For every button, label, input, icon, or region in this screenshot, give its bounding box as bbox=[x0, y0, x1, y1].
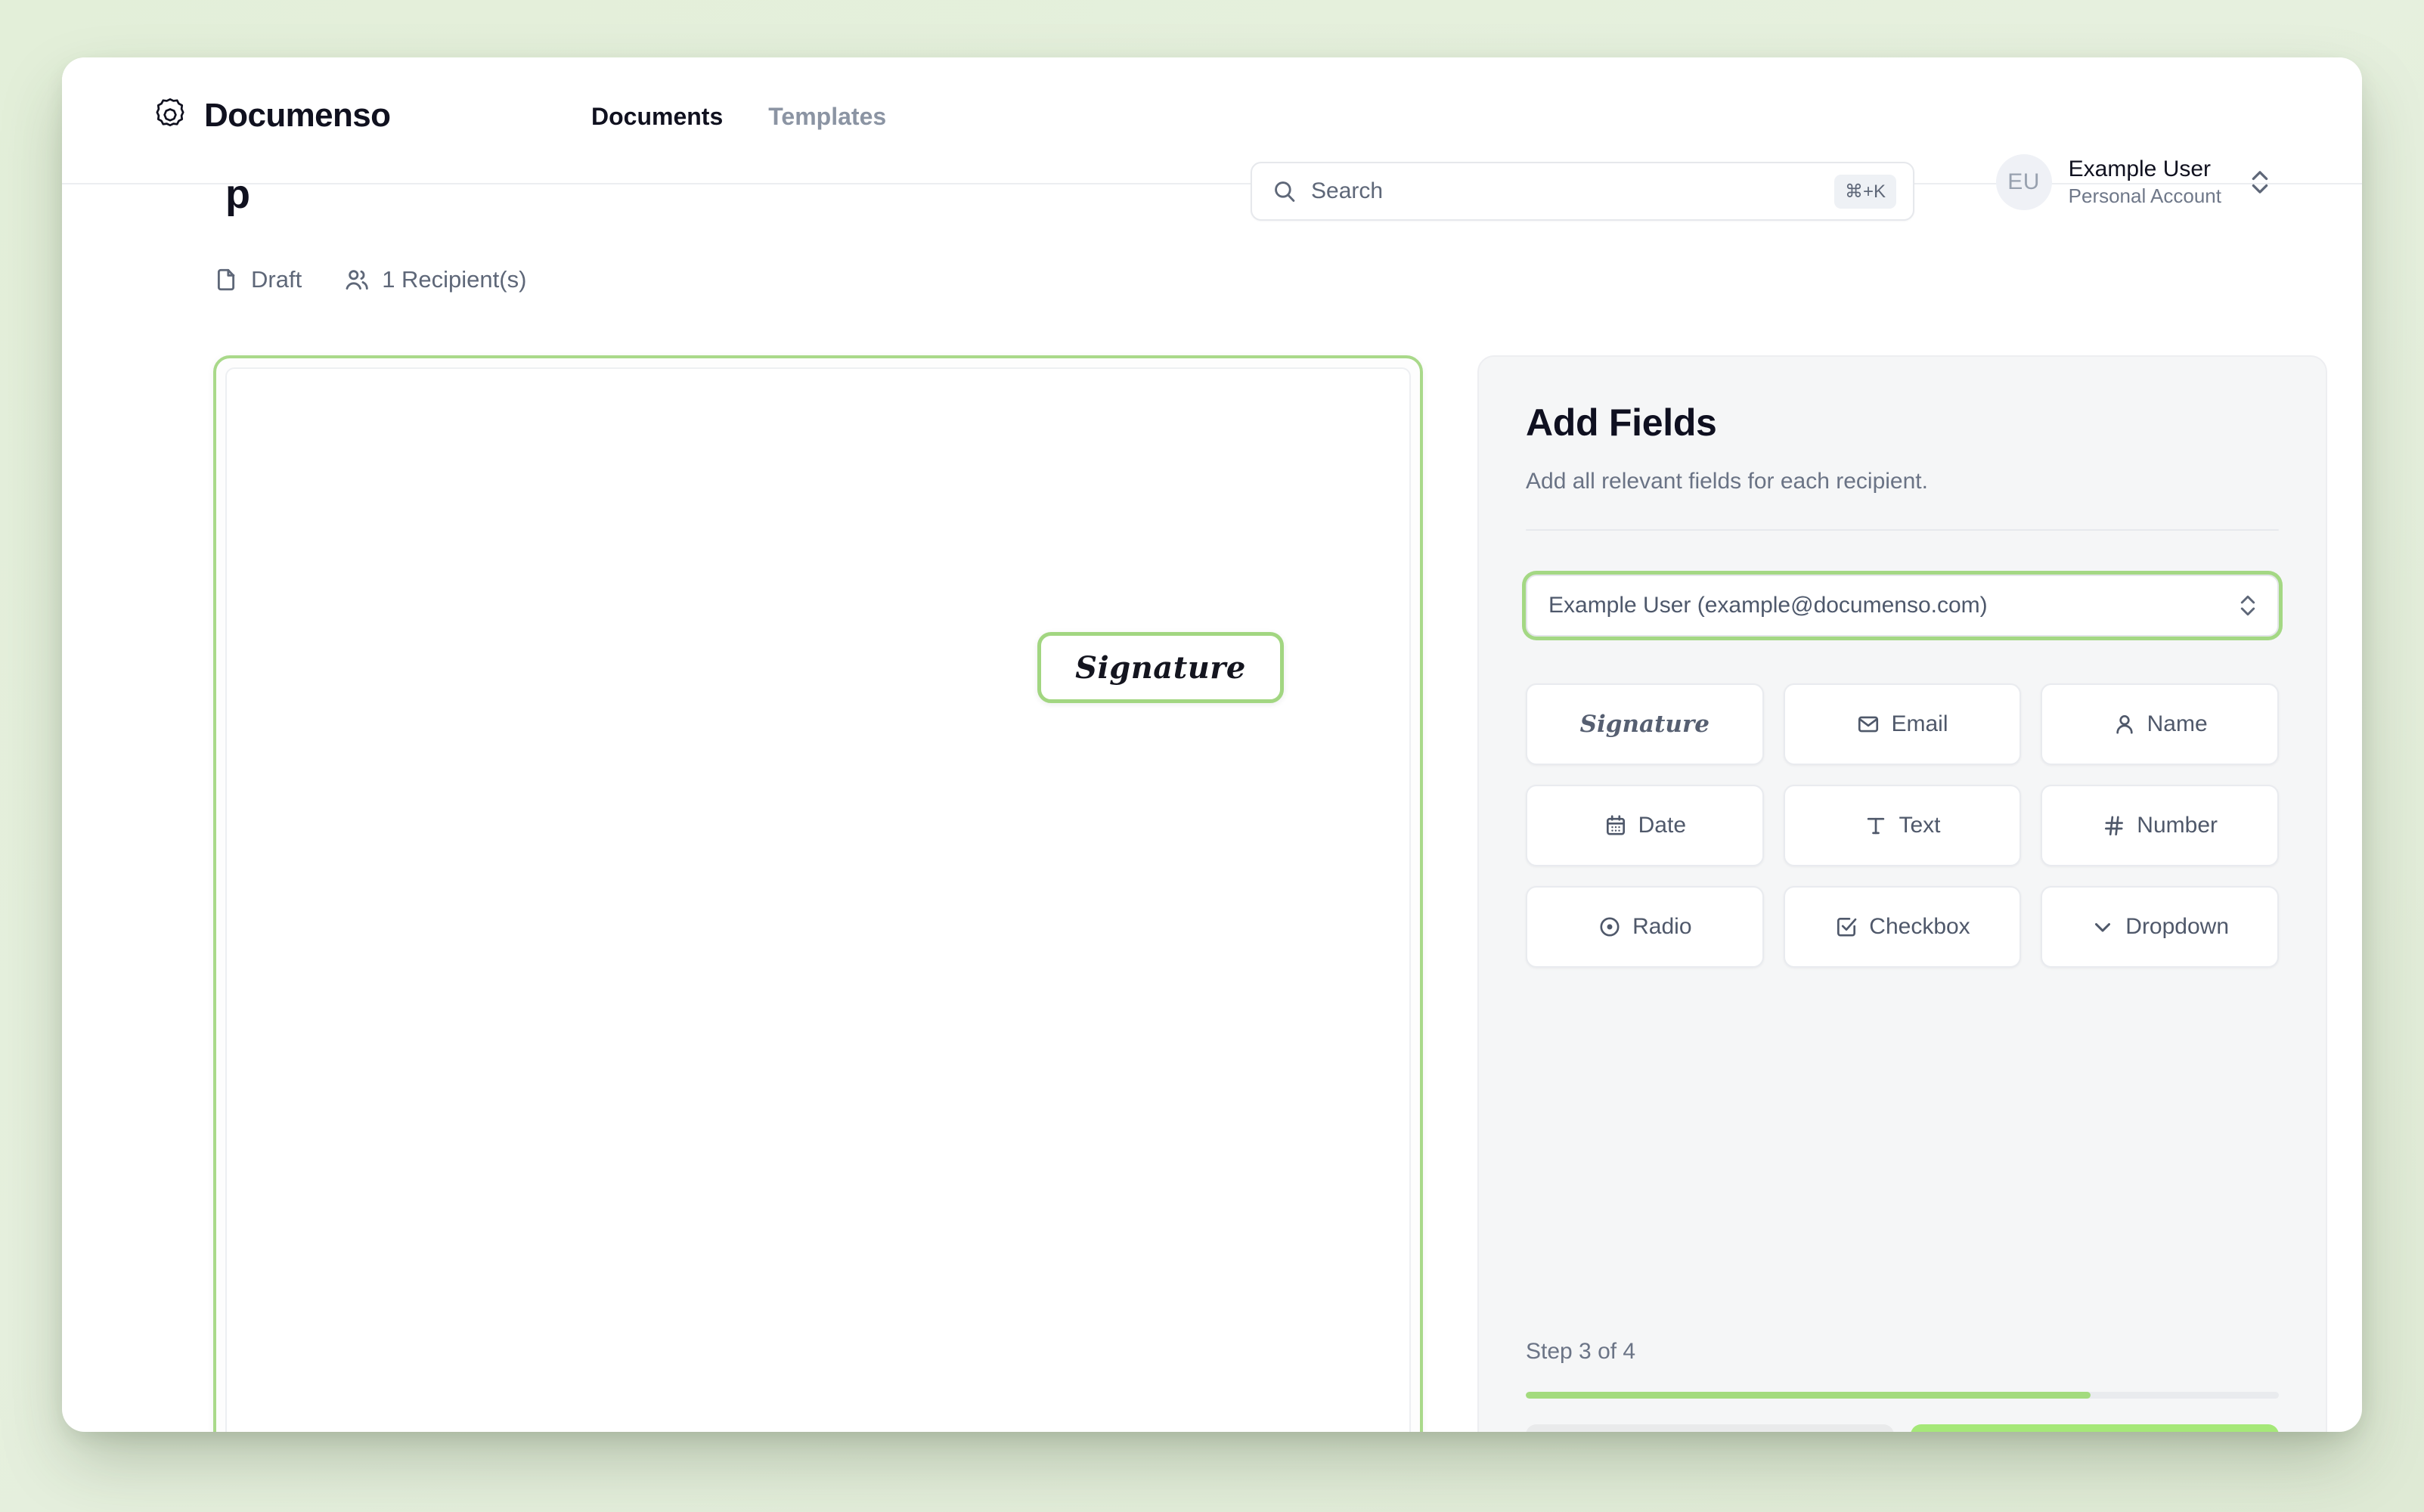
documenso-seal-icon bbox=[156, 98, 184, 127]
recipient-count: 1 Recipient(s) bbox=[344, 266, 526, 293]
field-type-number[interactable]: Number bbox=[2041, 785, 2279, 866]
panel-actions: Go Back Continue bbox=[1526, 1424, 2279, 1432]
field-type-name[interactable]: Name bbox=[2041, 683, 2279, 765]
account-menu-button[interactable]: EU Example User Personal Account bbox=[1995, 154, 2271, 210]
status-badge: Draft bbox=[213, 266, 302, 293]
top-navigation-bar: Documenso Documents Templates Search ⌘+K… bbox=[62, 57, 2362, 221]
users-icon bbox=[346, 270, 368, 290]
field-type-radio-label: Radio bbox=[1632, 914, 1692, 939]
go-back-button[interactable]: Go Back bbox=[1526, 1424, 1894, 1432]
account-name: Example User bbox=[2068, 156, 2212, 181]
chevron-down-icon bbox=[2095, 923, 2111, 932]
placed-signature-field-label: Signature bbox=[1075, 649, 1246, 686]
document-page[interactable]: Signature bbox=[225, 367, 1411, 1432]
account-subtitle: Personal Account bbox=[2068, 184, 2221, 207]
envelope-icon bbox=[1858, 716, 1879, 733]
step-footer: Step 3 of 4 Go Back Continue bbox=[1526, 1339, 2279, 1432]
placed-signature-field[interactable]: Signature bbox=[1037, 632, 1284, 703]
field-type-signature[interactable]: Signature bbox=[1526, 683, 1764, 765]
field-type-checkbox[interactable]: Checkbox bbox=[1783, 886, 2022, 968]
brand-name: Documenso bbox=[204, 97, 391, 134]
field-type-signature-label: Signature bbox=[1579, 711, 1710, 738]
user-icon bbox=[2116, 715, 2133, 734]
search-input-placeholder[interactable]: Search bbox=[1311, 178, 1834, 204]
search-icon bbox=[1275, 181, 1295, 202]
document-viewer[interactable]: Signature bbox=[213, 355, 1423, 1432]
nav-item-templates[interactable]: Templates bbox=[768, 103, 886, 131]
panel-subtitle: Add all relevant fields for each recipie… bbox=[1526, 469, 1928, 494]
field-type-checkbox-label: Checkbox bbox=[1869, 914, 1970, 939]
panel-title: Add Fields bbox=[1526, 401, 1717, 444]
calendar-icon bbox=[1606, 815, 1625, 835]
radio-dot-icon bbox=[1600, 917, 1620, 937]
search-box[interactable]: Search ⌘+K bbox=[1251, 162, 1914, 221]
chevron-up-down-icon bbox=[2240, 595, 2255, 616]
checkbox-check-icon bbox=[1837, 918, 1857, 937]
field-type-date[interactable]: Date bbox=[1526, 785, 1764, 866]
brand-logo-link[interactable]: Documenso bbox=[151, 97, 391, 135]
text-type-icon bbox=[1868, 817, 1885, 835]
field-type-grid: Signature Email Name Date Text Number Ra… bbox=[1526, 683, 2279, 968]
document-meta-row: Draft 1 Recipient(s) bbox=[213, 266, 526, 293]
step-progress-fill bbox=[1526, 1392, 2091, 1399]
editor-stage: Signature Add Fields Add all relevant fi… bbox=[62, 186, 2362, 1432]
chevron-up-down-icon bbox=[2252, 171, 2268, 194]
recipient-count-label: 1 Recipient(s) bbox=[382, 266, 527, 293]
field-type-name-label: Name bbox=[2147, 711, 2208, 736]
field-type-dropdown-label: Dropdown bbox=[2125, 914, 2230, 939]
add-fields-panel: Add Fields Add all relevant fields for e… bbox=[1477, 355, 2327, 1432]
search-shortcut-badge: ⌘+K bbox=[1833, 174, 1896, 209]
field-type-email[interactable]: Email bbox=[1783, 683, 2022, 765]
account-text: Example User Personal Account bbox=[2069, 156, 2221, 208]
avatar: EU bbox=[1995, 154, 2052, 210]
field-type-text-label: Text bbox=[1899, 813, 1941, 838]
field-type-email-label: Email bbox=[1891, 711, 1948, 736]
recipient-select-value: Example User (example@documenso.com) bbox=[1548, 593, 1988, 618]
recipient-select[interactable]: Example User (example@documenso.com) bbox=[1526, 575, 2279, 637]
field-type-number-label: Number bbox=[2137, 813, 2218, 838]
field-type-date-label: Date bbox=[1638, 813, 1687, 838]
file-icon bbox=[217, 268, 235, 291]
panel-divider bbox=[1526, 529, 2279, 531]
hash-icon bbox=[2105, 816, 2124, 836]
field-type-radio[interactable]: Radio bbox=[1526, 886, 1764, 968]
step-label: Step 3 of 4 bbox=[1526, 1339, 1636, 1364]
status-label: Draft bbox=[251, 266, 302, 293]
app-window: p Documenso Documents Templates Search ⌘… bbox=[62, 57, 2362, 1432]
field-type-text[interactable]: Text bbox=[1783, 785, 2022, 866]
nav-item-documents[interactable]: Documents bbox=[591, 103, 723, 131]
primary-nav: Documents Templates bbox=[591, 103, 886, 131]
continue-button[interactable]: Continue bbox=[1911, 1424, 2279, 1432]
field-type-dropdown[interactable]: Dropdown bbox=[2041, 886, 2279, 968]
step-progress-bar bbox=[1526, 1392, 2279, 1399]
